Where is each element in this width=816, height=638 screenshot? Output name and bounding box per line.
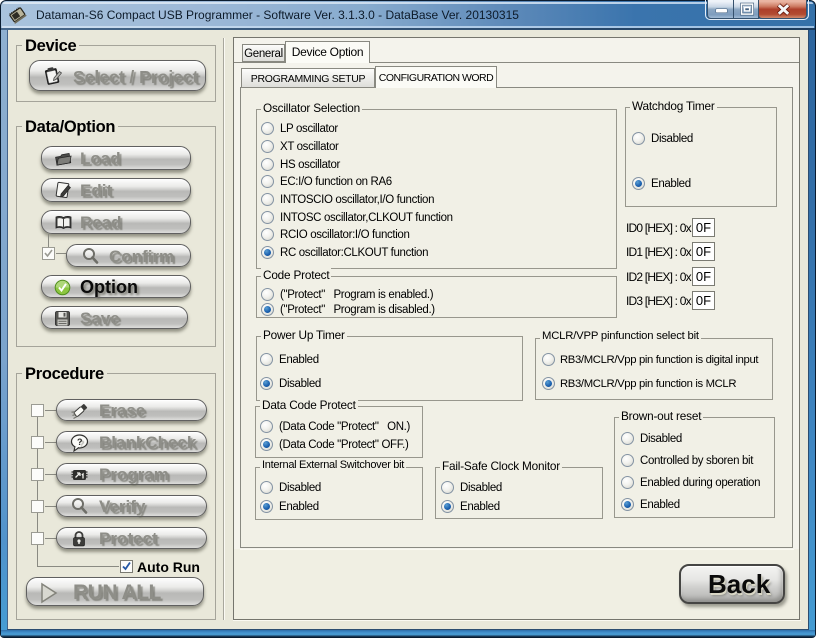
svg-text:?: ? <box>77 437 83 447</box>
